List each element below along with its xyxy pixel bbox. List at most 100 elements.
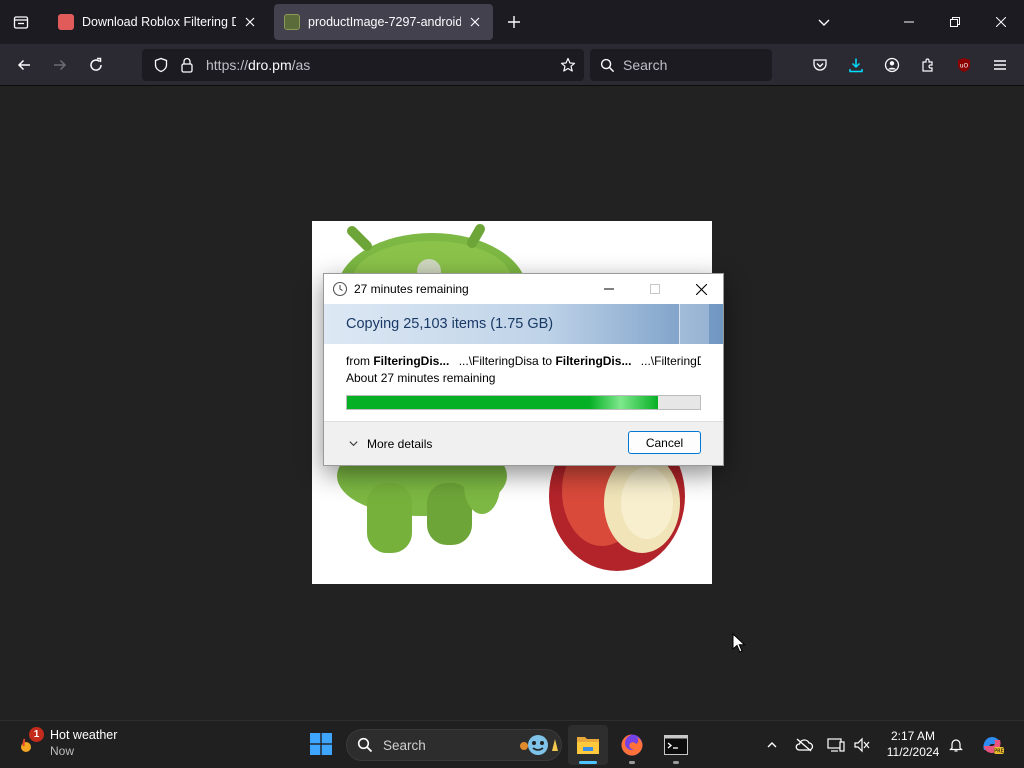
taskbar-search-box[interactable]: Search: [346, 729, 562, 761]
list-all-tabs-button[interactable]: [0, 0, 42, 44]
app-menu-button[interactable]: [984, 49, 1016, 81]
search-icon: [600, 58, 615, 72]
search-bar[interactable]: Search: [590, 49, 772, 81]
dialog-title: 27 minutes remaining: [354, 282, 469, 296]
from-label: from: [346, 354, 370, 368]
download-arrow-icon: [849, 58, 863, 73]
tab-product-image[interactable]: productImage-7297-android-p: [274, 4, 493, 40]
window-close-button[interactable]: [978, 0, 1024, 44]
account-button[interactable]: [876, 49, 908, 81]
weather-text: Hot weather Now: [50, 727, 117, 759]
terminal-icon: [664, 735, 688, 755]
account-icon: [884, 57, 900, 73]
dialog-minimize-button[interactable]: [586, 274, 632, 304]
notification-badge: 1: [29, 727, 44, 742]
to-label: to: [542, 354, 553, 368]
minimize-icon: [604, 288, 614, 290]
dialog-close-button[interactable]: [678, 274, 724, 304]
dialog-body: from FilteringDis... ...\FilteringDisa t…: [324, 344, 723, 410]
url-text[interactable]: https://dro.pm/as: [206, 57, 552, 73]
chevron-up-icon: [767, 742, 777, 748]
cancel-button[interactable]: Cancel: [628, 431, 701, 454]
source-folder-link[interactable]: FilteringDis...: [373, 354, 449, 368]
tabs-overflow-button[interactable]: [810, 8, 838, 36]
clock-date: 11/2/2024: [886, 745, 940, 759]
volume-tray-button[interactable]: [848, 729, 876, 761]
notifications-button[interactable]: [942, 729, 970, 761]
taskbar-file-explorer[interactable]: [568, 725, 608, 765]
lock-icon[interactable]: [176, 57, 198, 73]
arrow-right-icon: [54, 59, 67, 71]
time-remaining-text: About 27 minutes remaining: [346, 371, 496, 385]
network-icon: [827, 738, 845, 752]
copy-status-header: Copying 25,103 items (1.75 GB): [324, 304, 723, 344]
windows-logo-icon: [310, 733, 332, 755]
ublock-icon: uO: [958, 58, 970, 72]
copy-source-destination: from FilteringDis... ...\FilteringDisa t…: [346, 354, 701, 370]
hamburger-menu-icon: [994, 60, 1006, 70]
weather-title: Hot weather: [50, 728, 118, 742]
tracking-shield-icon[interactable]: [146, 57, 176, 73]
start-button[interactable]: [306, 727, 336, 761]
taskbar-firefox[interactable]: [612, 725, 652, 765]
onedrive-tray-button[interactable]: [790, 729, 818, 761]
arrow-left-icon: [17, 59, 30, 71]
tab-close-icon[interactable]: [242, 14, 258, 30]
window-restore-button[interactable]: [932, 0, 978, 44]
firefox-icon: [621, 734, 643, 756]
window-minimize-button[interactable]: [886, 0, 932, 44]
taskbar-clock[interactable]: 2:17 AM 11/2/2024: [878, 728, 948, 760]
back-button[interactable]: [8, 49, 40, 81]
copy-progress-bar: [346, 395, 701, 410]
chevron-down-icon: [349, 441, 358, 447]
taskbar-terminal[interactable]: [656, 725, 696, 765]
more-details-toggle[interactable]: More details: [348, 437, 432, 451]
dialog-title-bar[interactable]: 27 minutes remaining: [324, 274, 723, 304]
url-path: /as: [291, 57, 311, 73]
source-path: ...\FilteringDisa: [458, 354, 539, 368]
tab-title: Download Roblox Filtering Disa: [82, 15, 236, 29]
clock-time: 2:17 AM: [890, 729, 936, 743]
bell-icon: [949, 739, 963, 752]
folder-icon: [577, 737, 599, 754]
svg-text:PRE: PRE: [994, 749, 1004, 755]
forward-button[interactable]: [44, 49, 76, 81]
browser-nav-bar: https://dro.pm/as Search uO: [0, 44, 1024, 86]
clock-icon: [332, 281, 348, 297]
taskbar-search-placeholder: Search: [383, 737, 426, 753]
close-icon: [996, 17, 1006, 27]
progress-fill: [347, 396, 658, 409]
puzzle-icon: [922, 58, 933, 72]
dialog-footer: More details Cancel: [324, 421, 723, 465]
reload-icon: [90, 57, 102, 71]
destination-folder-link[interactable]: FilteringDis...: [555, 354, 631, 368]
svg-text:uO: uO: [960, 63, 969, 70]
browser-tab-bar: Download Roblox Filtering Disa productIm…: [0, 0, 1024, 44]
pocket-button[interactable]: [804, 49, 836, 81]
weather-subtitle: Now: [50, 744, 75, 758]
volume-muted-icon: [854, 737, 870, 753]
copy-summary: Copying 25,103 items (1.75 GB): [346, 316, 554, 332]
minimize-icon: [904, 21, 914, 23]
weather-icon: 1: [16, 727, 44, 757]
mouse-cursor-icon: [732, 633, 746, 653]
running-indicator: [629, 761, 635, 764]
url-bar[interactable]: https://dro.pm/as: [142, 49, 584, 81]
url-host: dro.pm: [248, 57, 292, 73]
bookmark-star-icon[interactable]: [552, 57, 584, 73]
tab-close-icon[interactable]: [467, 14, 483, 30]
copilot-button[interactable]: PRE: [978, 729, 1006, 761]
show-hidden-icons-button[interactable]: [758, 729, 786, 761]
tab-download-roblox[interactable]: Download Roblox Filtering Disa: [48, 4, 268, 40]
close-icon: [695, 283, 707, 295]
extensions-button[interactable]: [912, 49, 944, 81]
ublock-extension-button[interactable]: uO: [948, 49, 980, 81]
image-favicon-icon: [284, 14, 300, 30]
network-tray-button[interactable]: [822, 729, 850, 761]
weather-widget[interactable]: 1 Hot weather Now: [16, 727, 117, 759]
downloads-button[interactable]: [840, 49, 872, 81]
reload-button[interactable]: [80, 49, 112, 81]
search-highlight-icon: [515, 733, 561, 757]
new-tab-button[interactable]: [500, 8, 528, 36]
chevron-down-icon: [818, 19, 830, 26]
